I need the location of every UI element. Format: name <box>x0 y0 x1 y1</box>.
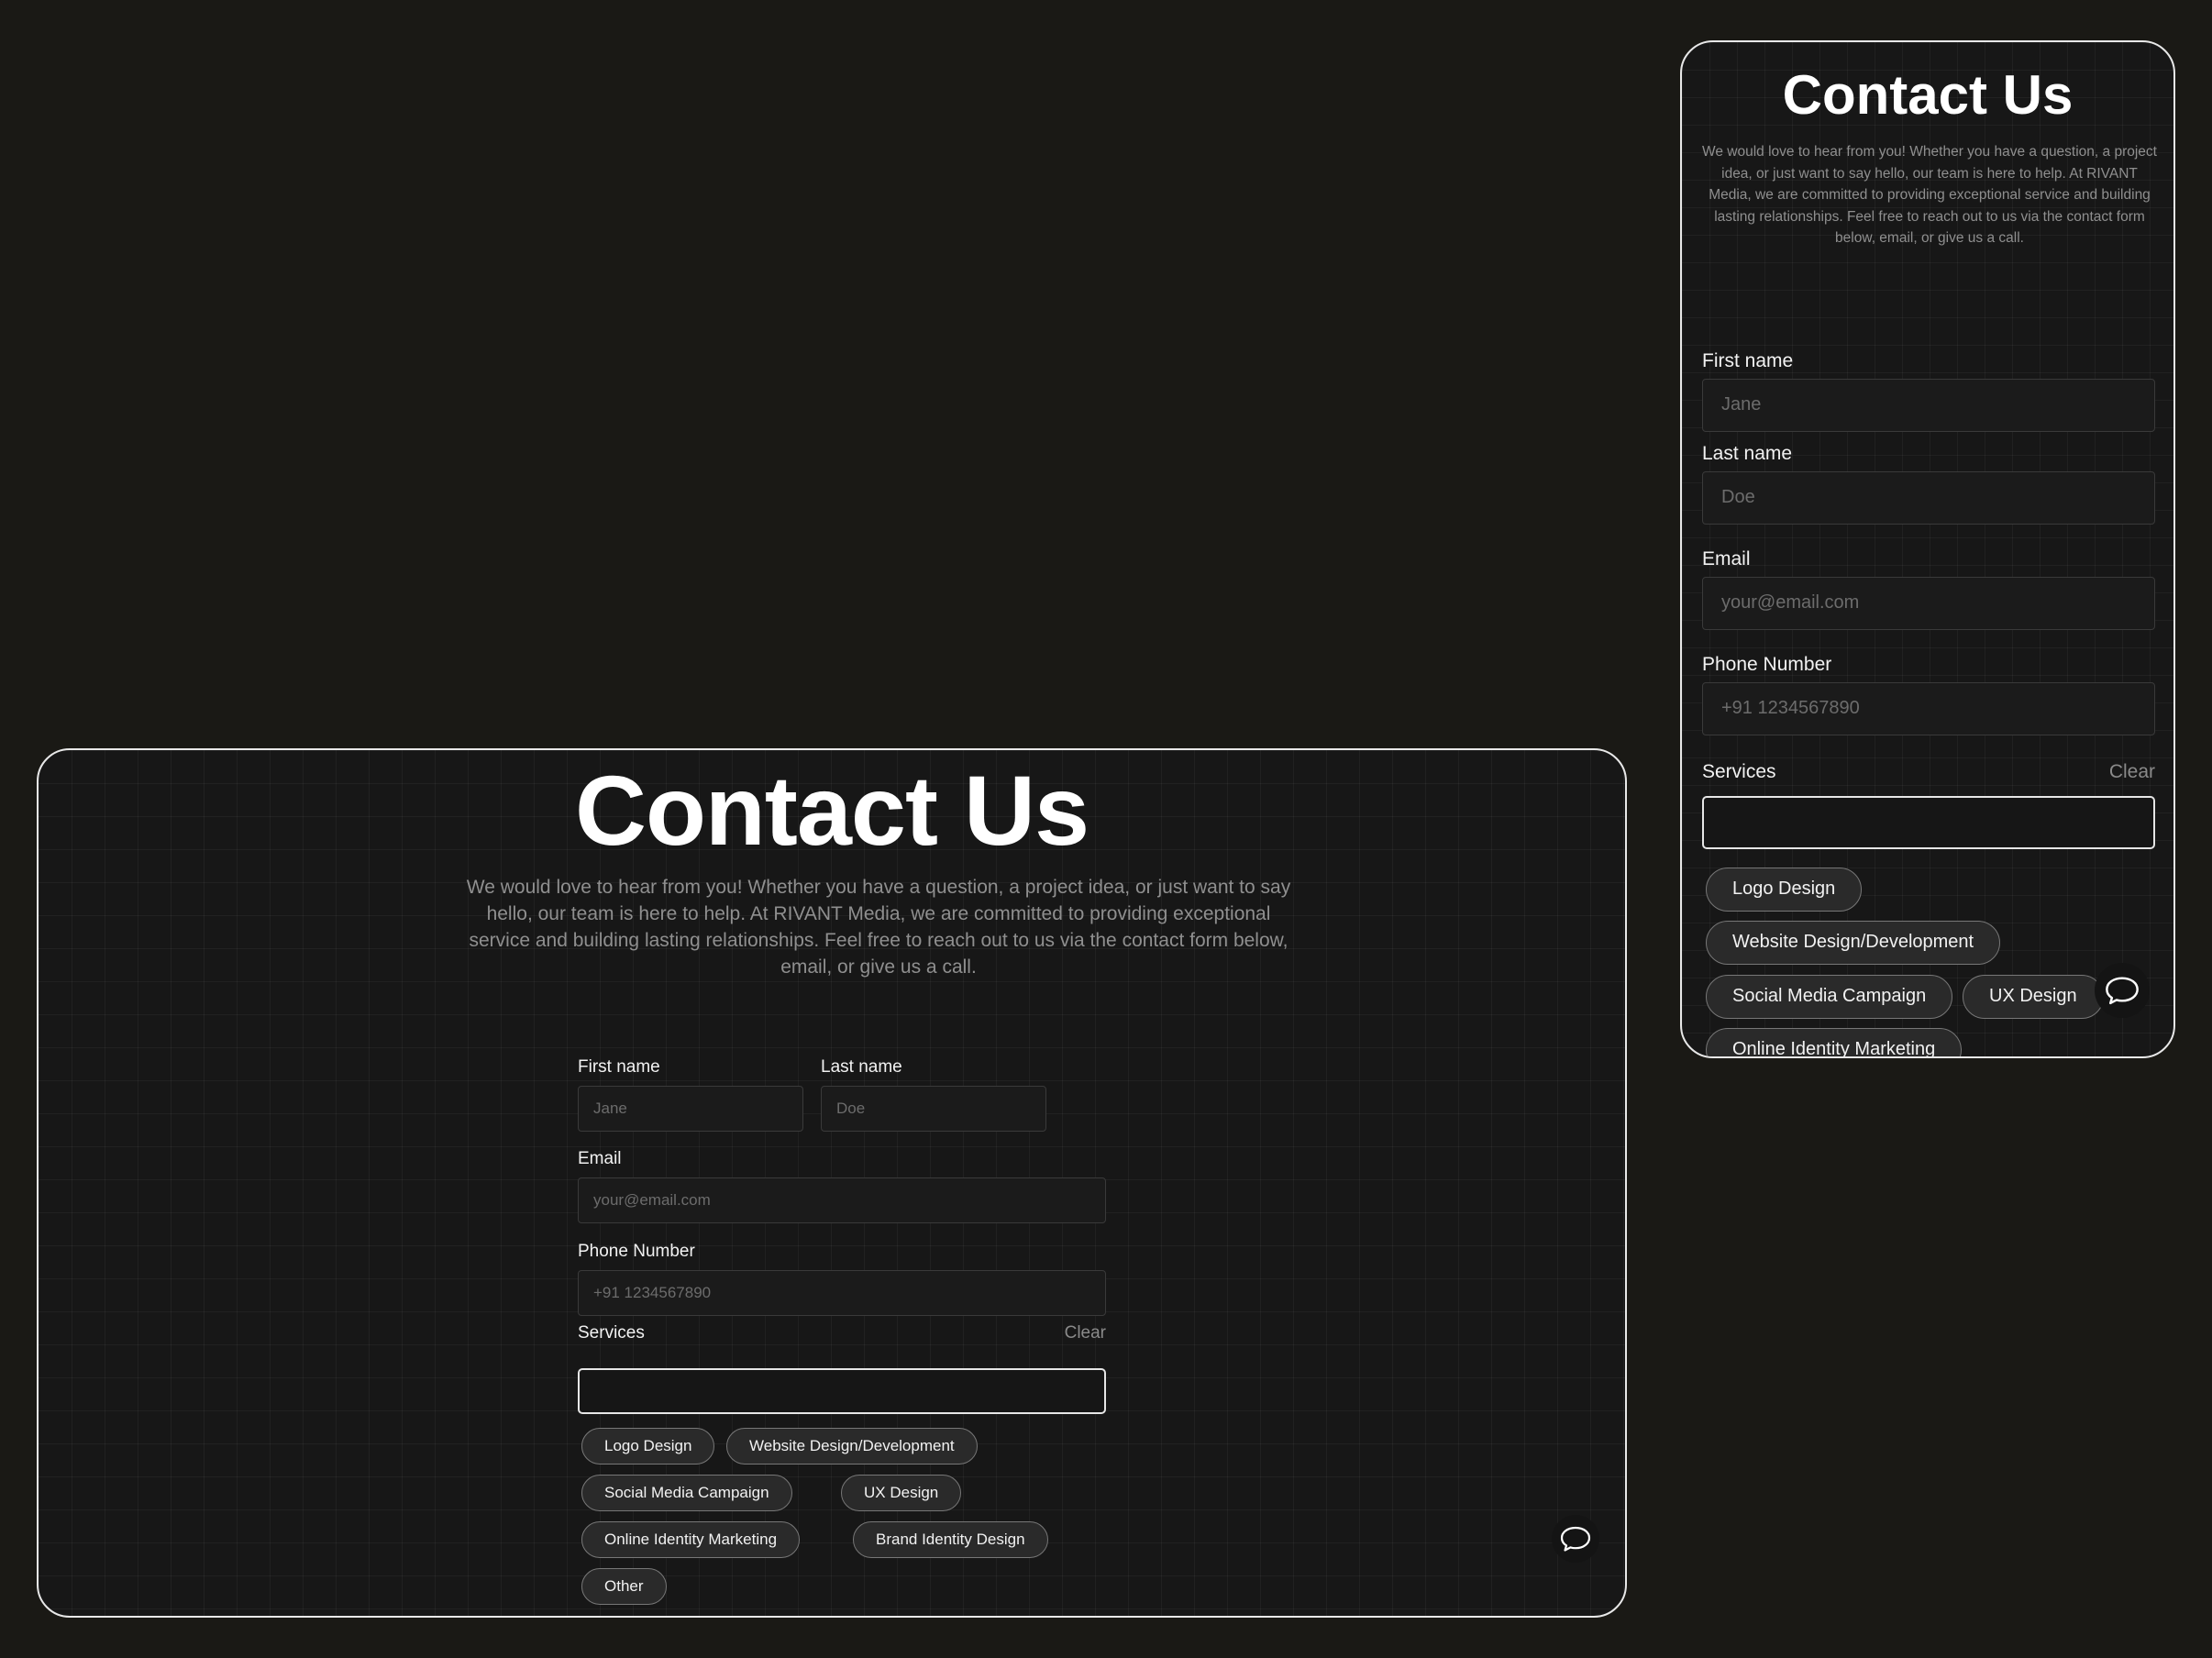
phone-label: Phone Number <box>1702 654 1832 675</box>
service-chip[interactable]: UX Design <box>1963 975 2104 1019</box>
clear-services-button[interactable]: Clear <box>2109 761 2155 783</box>
service-chip[interactable]: UX Design <box>841 1475 962 1511</box>
intro-text: We would love to hear from you! Whether … <box>1702 144 2157 246</box>
phone-input[interactable]: +91 1234567890 <box>1702 682 2155 735</box>
service-chip[interactable]: Brand Identity Design <box>853 1521 1048 1558</box>
mobile-preview-frame: Contact Us We would love to hear from yo… <box>1680 40 2175 1058</box>
email-input[interactable]: your@email.com <box>1702 577 2155 630</box>
chat-bubble-icon <box>2106 977 2139 1005</box>
email-label: Email <box>1702 548 1751 569</box>
service-chip[interactable]: Social Media Campaign <box>581 1475 792 1511</box>
service-chip[interactable]: Logo Design <box>1706 868 1863 912</box>
phone-input[interactable]: +91 1234567890 <box>578 1270 1106 1316</box>
last-name-label: Last name <box>1702 443 1793 464</box>
last-name-input[interactable]: Doe <box>1702 471 2155 525</box>
service-chip[interactable]: Website Design/Development <box>726 1428 978 1465</box>
service-chip[interactable]: Social Media Campaign <box>1706 975 1953 1019</box>
page-title: Contact Us <box>1782 64 2074 126</box>
services-label: Services <box>578 1323 645 1343</box>
services-input[interactable] <box>1702 796 2155 849</box>
first-name-input[interactable]: Jane <box>578 1086 803 1132</box>
service-chip[interactable]: Other <box>581 1568 667 1605</box>
clear-services-button[interactable]: Clear <box>1065 1323 1106 1343</box>
chat-bubble-icon <box>1560 1526 1591 1552</box>
last-name-input[interactable]: Doe <box>821 1086 1046 1132</box>
service-chip[interactable]: Online Identity Marketing <box>1706 1028 1963 1056</box>
chat-button[interactable] <box>1552 1515 1599 1563</box>
first-name-label: First name <box>578 1057 660 1077</box>
services-input[interactable] <box>578 1368 1106 1414</box>
service-chip[interactable]: Online Identity Marketing <box>581 1521 801 1558</box>
service-chip[interactable]: Website Design/Development <box>1706 921 2001 965</box>
last-name-label: Last name <box>821 1057 902 1077</box>
first-name-input[interactable]: Jane <box>1702 379 2155 432</box>
email-input[interactable]: your@email.com <box>578 1177 1106 1223</box>
email-label: Email <box>578 1149 622 1168</box>
intro-text: We would love to hear from you! Whether … <box>466 877 1291 978</box>
chat-button[interactable] <box>2095 963 2150 1018</box>
phone-label: Phone Number <box>578 1242 695 1261</box>
service-chip[interactable]: Logo Design <box>581 1428 715 1465</box>
page-title: Contact Us <box>574 755 1089 866</box>
services-label: Services <box>1702 761 1776 782</box>
page: Contact Us We would love to hear from yo… <box>0 0 2212 1658</box>
desktop-preview-frame: Contact Us We would love to hear from yo… <box>37 748 1627 1618</box>
first-name-label: First name <box>1702 350 1794 371</box>
